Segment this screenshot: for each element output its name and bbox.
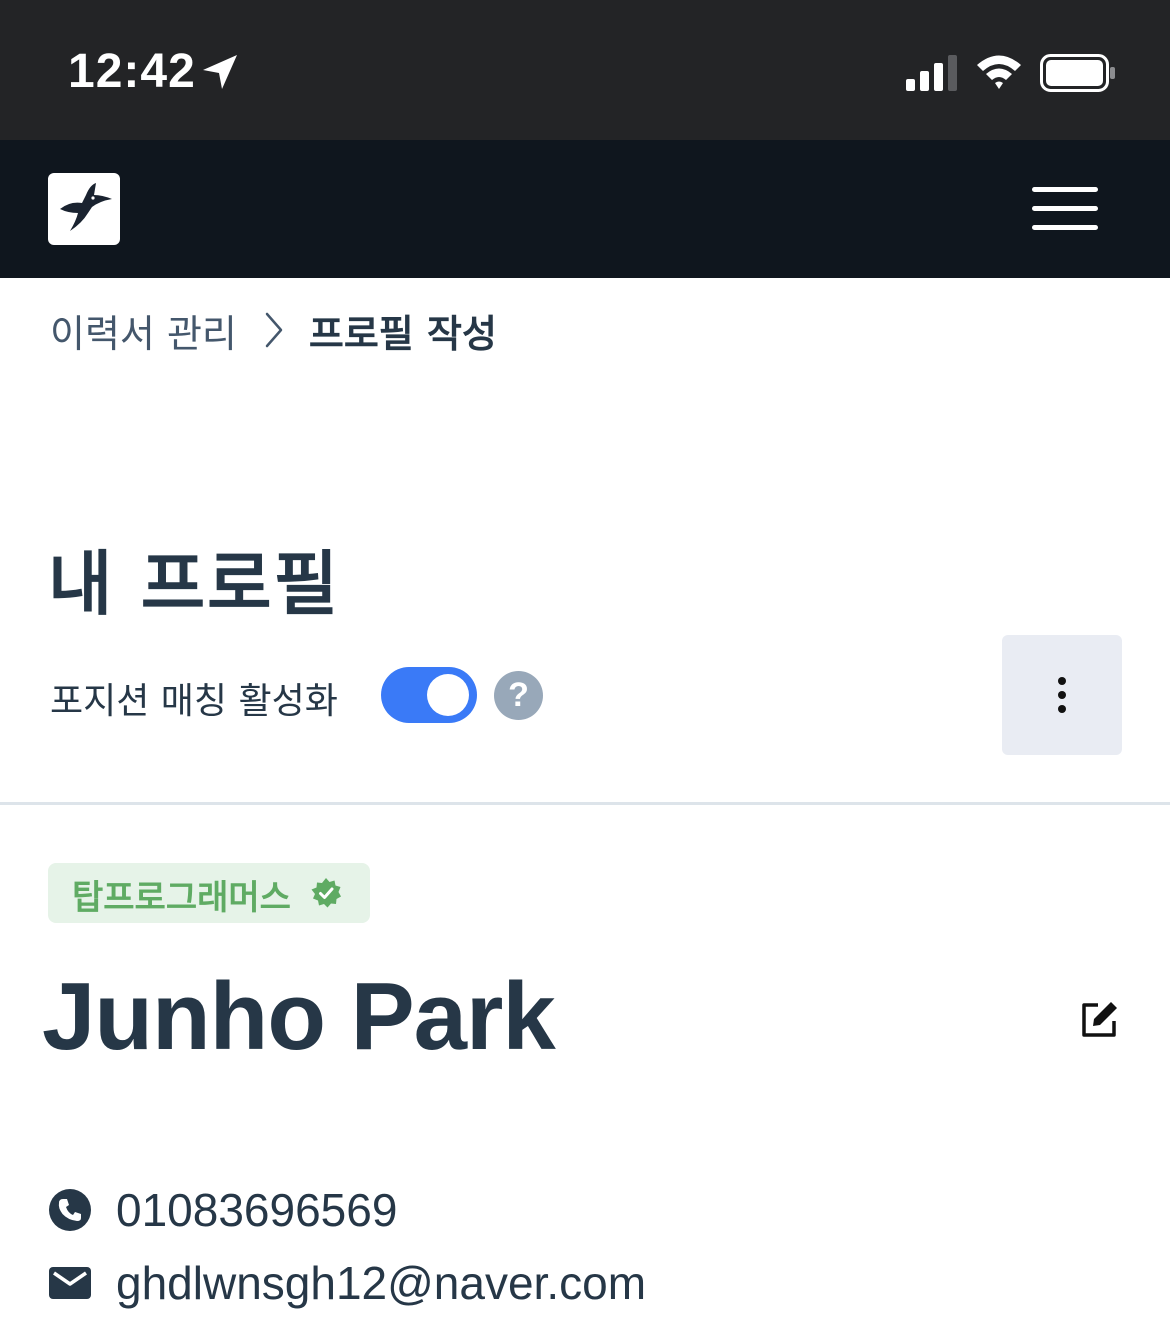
question-glyph: ? — [508, 676, 529, 714]
position-matching-label: 포지션 매칭 활성화 — [50, 681, 338, 722]
more-vertical-icon — [1058, 677, 1066, 713]
mail-icon — [49, 1267, 91, 1299]
verified-badge-icon — [311, 878, 341, 908]
hummingbird-logo[interactable] — [48, 173, 120, 245]
phone-icon — [49, 1189, 91, 1231]
badge-label: 탑프로그래머스 — [72, 878, 291, 918]
battery-icon — [1040, 54, 1115, 92]
breadcrumb-current: 프로필 작성 — [308, 311, 497, 356]
breadcrumb: 이력서 관리 프로필 작성 — [50, 303, 497, 358]
status-bar: 12:42 — [0, 0, 1170, 140]
hamburger-menu-icon[interactable] — [1030, 184, 1100, 234]
position-matching-toggle[interactable] — [381, 667, 477, 723]
phone-row: 01083696569 — [48, 1182, 397, 1238]
page-title: 내 프로필 — [48, 543, 340, 625]
hummingbird-icon — [60, 183, 112, 231]
section-divider — [0, 802, 1170, 805]
app-header — [0, 140, 1170, 278]
toggle-knob — [427, 674, 469, 716]
cellular-signal-icon — [906, 55, 957, 91]
breadcrumb-resume-management[interactable]: 이력서 관리 — [50, 303, 237, 358]
email-row: ghdlwnsgh12@naver.com — [48, 1255, 646, 1311]
profile-name: Junho Park — [42, 963, 556, 1070]
edit-icon[interactable] — [1078, 999, 1120, 1041]
more-options-button[interactable] — [1002, 635, 1122, 755]
question-icon[interactable]: ? — [494, 671, 543, 720]
phone-number[interactable]: 01083696569 — [116, 1183, 397, 1237]
wifi-icon — [977, 55, 1021, 89]
top-programmers-badge: 탑프로그래머스 — [48, 863, 370, 923]
chevron-right-icon — [265, 312, 283, 348]
status-time: 12:42 — [68, 45, 196, 98]
email-address[interactable]: ghdlwnsgh12@naver.com — [116, 1256, 646, 1310]
location-arrow-icon — [203, 55, 237, 89]
